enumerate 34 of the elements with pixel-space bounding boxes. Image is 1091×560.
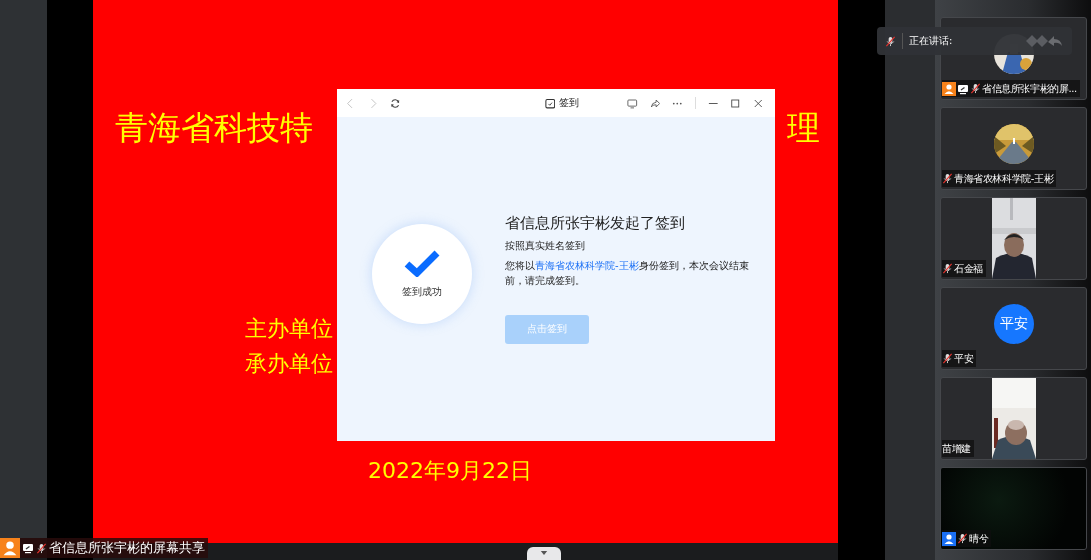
participant-tile[interactable]: 苗增建	[940, 377, 1087, 460]
screen-icon[interactable]	[627, 97, 638, 109]
participant-tile[interactable]: 平安 平安	[940, 287, 1087, 370]
collapse-tab[interactable]	[527, 547, 561, 560]
slide-date: 2022年9月22日	[368, 457, 532, 485]
diamond-logo-icon	[1024, 33, 1064, 49]
participant-tile[interactable]: 青海省农林科学院-王彬	[940, 107, 1087, 190]
participant-tile[interactable]: 晴兮	[940, 467, 1087, 550]
identity-link[interactable]: 青海省农林科学院-王彬	[535, 260, 639, 271]
slide-title: 青海省科技特	[115, 107, 313, 149]
participant-tile[interactable]: 石金福	[940, 197, 1087, 280]
participant-name: 平安	[954, 351, 974, 366]
participant-name: 省信息所张宇彬的屏...	[982, 81, 1077, 96]
calendar-check-icon	[544, 97, 556, 109]
dialog-subheading: 按照真实姓名签到	[505, 239, 585, 253]
slide-text: 主办单位	[245, 315, 333, 343]
status-text: 签到成功	[402, 285, 442, 299]
close-icon[interactable]	[752, 97, 764, 109]
participant-name: 苗增建	[942, 441, 971, 456]
window-title: 签到	[559, 96, 580, 110]
participant-name: 石金福	[954, 261, 983, 276]
participant-name: 青海省农林科学院-王彬	[954, 171, 1054, 186]
slide-text: 承办单位	[245, 350, 333, 378]
refresh-icon[interactable]	[390, 97, 401, 109]
dialog-message: 您将以青海省农林科学院-王彬身份签到，本次会议结束前，请完成签到。	[505, 259, 750, 288]
participant-name: 晴兮	[969, 531, 989, 546]
slide-title: 理	[787, 107, 820, 149]
maximize-icon[interactable]	[730, 97, 741, 109]
share-name: 省信息所张宇彬的屏幕共享	[49, 539, 205, 557]
checkmark-icon	[404, 249, 440, 277]
avatar-initials: 平安	[993, 303, 1034, 344]
share-icon[interactable]	[649, 97, 661, 109]
caret-icon	[540, 551, 548, 556]
dialog-heading: 省信息所张宇彬发起了签到	[505, 214, 685, 233]
